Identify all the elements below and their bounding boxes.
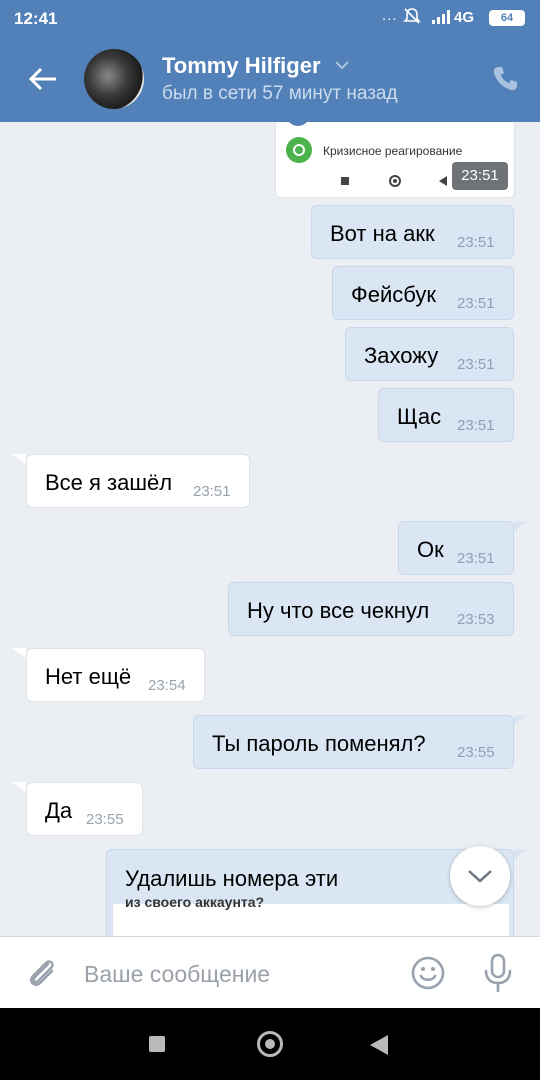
- contact-name[interactable]: Tommy Hilfiger: [162, 53, 321, 79]
- microphone-icon[interactable]: [480, 952, 516, 994]
- system-navigation-bar: [0, 1008, 540, 1080]
- message-text: Удалишь номера эти: [125, 866, 339, 891]
- attachment-label: Кризисное реагирование: [323, 144, 463, 158]
- phone-call-icon[interactable]: [490, 64, 520, 94]
- app-header: 12:41 ... 4G 64 Tommy Hilfiger был в сет…: [0, 0, 540, 122]
- chevron-down-icon: [468, 870, 492, 883]
- message-text: Захожу: [364, 343, 439, 368]
- message-time: 23:51: [452, 162, 508, 190]
- last-seen-status: был в сети 57 минут назад: [162, 83, 398, 104]
- crisis-response-icon: [286, 137, 312, 163]
- signal-icon: [432, 10, 450, 24]
- message-bubble-outgoing[interactable]: Захожу 23:51: [345, 327, 514, 381]
- message-time: 23:51: [457, 295, 495, 312]
- back-triangle-icon: [439, 176, 447, 186]
- message-time: 23:51: [457, 550, 495, 567]
- chevron-down-icon[interactable]: [333, 58, 351, 72]
- bubble-tail: [514, 521, 528, 531]
- status-time: 12:41: [14, 9, 58, 28]
- message-text: Ты пароль поменял?: [212, 731, 426, 756]
- bubble-tail: [514, 849, 528, 859]
- contact-avatar[interactable]: [84, 49, 144, 109]
- message-text: Ок: [417, 537, 444, 562]
- app-icon-partial: [286, 112, 310, 126]
- battery-icon: 64: [489, 10, 525, 26]
- network-type: 4G: [454, 9, 475, 26]
- home-icon: [389, 175, 401, 187]
- message-text: Да: [45, 798, 73, 823]
- message-time: 23:51: [457, 234, 495, 251]
- message-bubble-outgoing[interactable]: Фейсбук 23:51: [332, 266, 514, 320]
- bubble-tail: [12, 454, 26, 464]
- message-text: Вот на акк: [330, 221, 435, 246]
- message-text: Нет ещё: [45, 664, 132, 689]
- message-time: 23:54: [148, 677, 186, 694]
- message-time: 23:55: [457, 744, 495, 761]
- scroll-down-button[interactable]: [450, 846, 510, 906]
- message-time: 23:51: [193, 483, 231, 500]
- message-composer: [0, 936, 540, 1008]
- message-time: 23:53: [457, 611, 495, 628]
- message-time: 23:55: [86, 811, 124, 828]
- message-text: Фейсбук: [351, 282, 436, 307]
- message-text: Ну что все чекнул: [247, 598, 430, 623]
- recent-apps-icon: [341, 177, 349, 185]
- message-bubble-outgoing[interactable]: Ты пароль поменял? 23:55: [193, 715, 514, 769]
- message-text: Щас: [397, 404, 442, 429]
- back-button[interactable]: [370, 1035, 388, 1055]
- message-text: Все я зашёл: [45, 470, 173, 495]
- status-bar: 12:41 ... 4G 64: [0, 0, 540, 38]
- back-arrow-icon[interactable]: [26, 62, 60, 96]
- image-attachment[interactable]: Кризисное реагирование 23:51: [275, 112, 515, 198]
- bubble-tail: [12, 782, 26, 792]
- message-time: 23:51: [457, 417, 495, 434]
- message-input[interactable]: [84, 957, 384, 991]
- message-bubble-incoming[interactable]: Все я зашёл 23:51: [26, 454, 250, 508]
- notification-dots: ...: [382, 7, 398, 24]
- message-bubble-incoming[interactable]: Да 23:55: [26, 782, 143, 836]
- message-bubble-outgoing[interactable]: Щас 23:51: [378, 388, 514, 442]
- paperclip-icon[interactable]: [24, 955, 60, 991]
- mute-bell-icon: [403, 8, 421, 24]
- message-bubble-outgoing[interactable]: Ну что все чекнул 23:53: [228, 582, 514, 636]
- message-bubble-outgoing[interactable]: Вот на акк 23:51: [311, 205, 514, 259]
- message-time: 23:51: [457, 356, 495, 373]
- message-bubble-outgoing[interactable]: Ок 23:51: [398, 521, 514, 575]
- home-button[interactable]: [257, 1031, 283, 1057]
- recent-apps-button[interactable]: [149, 1036, 165, 1052]
- forwarded-text: из своего аккаунта?: [125, 894, 265, 910]
- emoji-icon[interactable]: [410, 955, 446, 991]
- bubble-tail: [12, 648, 26, 658]
- message-bubble-incoming[interactable]: Нет ещё 23:54: [26, 648, 205, 702]
- forwarded-content: из своего аккаунта?: [113, 894, 509, 938]
- bubble-tail: [514, 715, 528, 725]
